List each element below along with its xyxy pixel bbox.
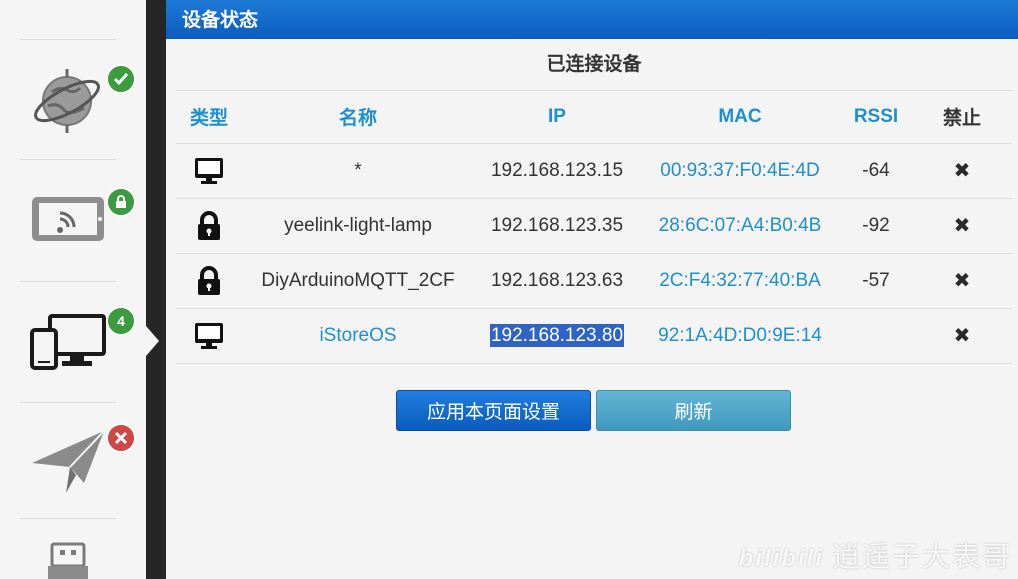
sidebar-divider: [20, 281, 116, 282]
type-cell: [176, 308, 242, 364]
device-ip: 192.168.123.15: [474, 143, 640, 199]
sidebar-divider: [20, 518, 116, 519]
device-ip-selected[interactable]: 192.168.123.80: [489, 323, 625, 347]
refresh-button[interactable]: 刷新: [596, 390, 791, 431]
device-name-link[interactable]: iStoreOS: [242, 308, 474, 364]
panel-title: 设备状态: [166, 0, 1018, 39]
sidebar-item-devices[interactable]: 4: [20, 306, 145, 376]
usb-icon: [48, 542, 88, 579]
sidebar-divider: [20, 39, 116, 40]
type-cell: [176, 198, 242, 254]
device-mac-link[interactable]: 00:93:37:F0:4E:4D: [640, 143, 840, 199]
watermark-text: 逍遥子大表哥: [831, 541, 1012, 572]
device-name: DiyArduinoMQTT_2CF: [242, 253, 474, 309]
device-mac-link[interactable]: 2C:F4:32:77:40:BA: [640, 253, 840, 309]
column-header-name: 名称: [242, 91, 474, 144]
wireless-tablet-icon: [32, 197, 104, 241]
close-icon: [114, 431, 128, 445]
column-header-ip: IP: [474, 91, 640, 144]
device-mac-link[interactable]: 28:6C:07:A4:B0:4B: [640, 198, 840, 254]
type-cell: [176, 253, 242, 309]
device-name: *: [242, 143, 474, 199]
block-device-button[interactable]: ✖: [954, 158, 971, 183]
device-count-badge: 4: [106, 306, 136, 336]
column-header-ban: 禁止: [912, 91, 1012, 144]
active-item-pointer: [146, 326, 159, 356]
send-plane-icon: [32, 430, 105, 493]
section-title: 已连接设备: [176, 39, 1012, 91]
block-device-button[interactable]: ✖: [954, 268, 971, 293]
video-watermark: bilibili 逍遥子大表哥: [739, 535, 1012, 575]
apply-settings-button[interactable]: 应用本页面设置: [396, 390, 591, 431]
sidebar-item-vpn[interactable]: [20, 423, 145, 503]
device-rssi: -64: [840, 143, 912, 199]
device-ip: 192.168.123.35: [474, 198, 640, 254]
ban-cell: ✖: [912, 143, 1012, 199]
table-row: DiyArduinoMQTT_2CF 192.168.123.63 2C:F4:…: [176, 253, 1012, 309]
ban-cell: ✖: [912, 308, 1012, 364]
table-header-row: 类型 名称 IP MAC RSSI 禁止: [176, 91, 1012, 144]
ban-cell: ✖: [912, 253, 1012, 309]
device-mac-link[interactable]: 92:1A:4D:D0:9E:14: [640, 308, 840, 364]
device-rssi: [840, 308, 912, 364]
device-ip: 192.168.123.63: [474, 253, 640, 309]
type-cell: [176, 143, 242, 199]
device-table: 类型 名称 IP MAC RSSI 禁止 * 192.168.123.15 00…: [176, 91, 1012, 364]
block-device-button[interactable]: ✖: [954, 323, 971, 348]
table-row: iStoreOS 192.168.123.80 92:1A:4D:D0:9E:1…: [176, 308, 1012, 364]
device-status-panel: 已连接设备 类型 名称 IP MAC RSSI 禁止 * 192.168.123…: [166, 39, 1018, 579]
block-device-button[interactable]: ✖: [954, 213, 971, 238]
lock-icon: [198, 210, 220, 240]
status-badge-connected: [106, 64, 136, 94]
device-name: yeelink-light-lamp: [242, 198, 474, 254]
device-ip-cell: 192.168.123.80: [474, 308, 640, 364]
sidebar-divider: [20, 402, 116, 403]
sidebar-item-usb[interactable]: [20, 538, 145, 579]
internet-globe-icon: [34, 69, 100, 133]
table-row: yeelink-light-lamp 192.168.123.35 28:6C:…: [176, 198, 1012, 254]
monitor-icon: [195, 157, 223, 184]
column-header-mac: MAC: [640, 91, 840, 144]
devices-icon: [30, 314, 106, 370]
table-row: * 192.168.123.15 00:93:37:F0:4E:4D -64 ✖: [176, 143, 1012, 199]
monitor-icon: [195, 322, 223, 349]
check-icon: [113, 73, 129, 86]
device-rssi: -57: [840, 253, 912, 309]
column-header-rssi: RSSI: [840, 91, 912, 144]
sidebar-gutter: [146, 0, 166, 579]
bilibili-logo: bilibili: [738, 545, 824, 572]
sidebar-divider: [20, 159, 116, 160]
status-badge-disconnected: [106, 423, 136, 453]
ban-cell: ✖: [912, 198, 1012, 254]
sidebar: 4: [0, 0, 146, 579]
column-header-type: 类型: [176, 91, 242, 144]
device-rssi: -92: [840, 198, 912, 254]
lock-icon: [116, 195, 126, 208]
sidebar-item-internet[interactable]: [20, 62, 145, 142]
status-badge-secured: [106, 187, 136, 217]
sidebar-item-wireless[interactable]: [20, 185, 145, 255]
lock-icon: [198, 265, 220, 295]
